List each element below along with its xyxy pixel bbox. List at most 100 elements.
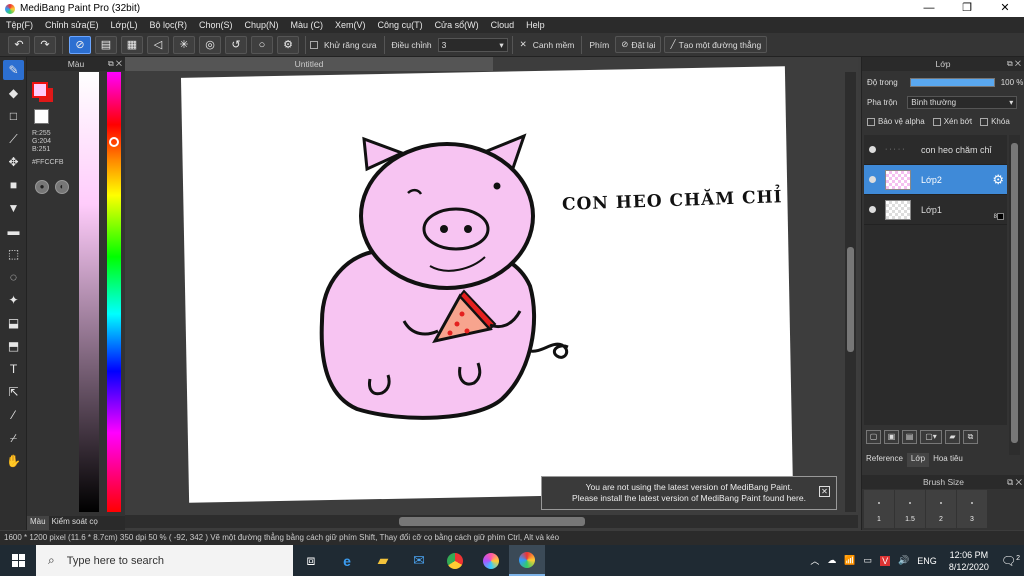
menu-file[interactable]: Tệp(F) [0,20,39,30]
document-tab[interactable]: Untitled [125,57,493,71]
menu-filter[interactable]: Bộ lọc(R) [143,20,193,30]
snap-off-icon[interactable]: ⊘ [69,35,91,54]
language-indicator[interactable]: ENG [917,556,937,566]
menu-layer[interactable]: Lớp(L) [105,20,144,30]
minimize-button[interactable]: — [910,0,948,17]
edge-browser-icon[interactable]: e [329,545,365,576]
lock-checkbox[interactable] [980,117,989,126]
foreground-color-swatch[interactable] [32,82,48,98]
opacity-slider[interactable] [909,78,995,87]
saturation-slider[interactable] [79,72,99,512]
divide-tool-icon[interactable]: ⁄ [3,405,24,425]
grid-snap-icon[interactable]: ▦ [121,35,143,54]
snap-settings-icon[interactable]: ⚙ [277,35,299,54]
dot-tool-icon[interactable]: ⟋ [3,129,24,149]
transparent-color-swatch[interactable] [34,109,49,124]
snap-close-icon[interactable]: ✕ [517,39,530,50]
curve-snap-icon[interactable]: ↺ [225,35,247,54]
menu-window[interactable]: Cửa sổ(W) [429,20,485,30]
layer-item[interactable]: Lớp2 ⚙ [864,165,1007,195]
menu-tools[interactable]: Công cụ(T) [372,20,429,30]
rect-select-tool-icon[interactable]: ⬚ [3,244,24,264]
menu-edit[interactable]: Chỉnh sửa(E) [39,20,105,30]
canvas-horizontal-scroll-thumb[interactable] [399,517,585,526]
operation-tool-icon[interactable]: ⇱ [3,382,24,402]
duplicate-layer-icon[interactable]: ⧉ [963,430,978,444]
radial-snap-icon[interactable]: ✳ [173,35,195,54]
new-layer-icon[interactable]: ▢ [866,430,881,444]
visibility-eye-icon[interactable] [869,176,876,183]
eyedropper-tool-icon[interactable]: ⌿ [3,428,24,448]
visibility-eye-icon[interactable] [869,206,876,213]
brush-tool-icon[interactable]: ✎ [3,60,24,80]
circle-snap-icon[interactable]: ◎ [199,35,221,54]
new-halftone-layer-icon[interactable]: ▣ [884,430,899,444]
chevron-up-icon[interactable]: ︿ [810,554,819,567]
color-wheel-icon[interactable]: ● [35,180,49,194]
hue-slider-knob[interactable] [109,137,119,147]
network-icon[interactable]: 📶 [844,555,855,566]
volume-icon[interactable]: 🔊 [898,555,909,566]
mail-icon[interactable]: ✉ [401,545,437,576]
parallel-snap-icon[interactable]: ▤ [95,35,117,54]
redo-icon[interactable]: ↷ [34,35,56,54]
move-tool-icon[interactable]: ✥ [3,152,24,172]
eraser-tool-icon[interactable]: ◆ [3,83,24,103]
tab-navigator[interactable]: Hoa tiêu [929,453,967,467]
canvas-vertical-scroll-thumb[interactable] [847,247,854,352]
tab-brush-control[interactable]: Kiểm soát cọ [49,516,101,530]
undo-icon[interactable]: ↶ [8,35,30,54]
magic-wand-tool-icon[interactable]: ✦ [3,290,24,310]
layer-item[interactable]: · · · · · con heo chăm chỉ [864,135,1007,165]
layer-list-scroll-thumb[interactable] [1011,143,1018,443]
brush-size-option[interactable]: 3 [957,490,987,528]
adjust-select[interactable]: 3 [437,37,508,52]
onedrive-icon[interactable]: ☁ [827,555,836,566]
canvas-horizontal-scrollbar[interactable] [125,515,858,528]
layer-item[interactable]: Lớp1 8 [864,195,1007,225]
taskbar-clock[interactable]: 12:06 PM 8/12/2020 [949,549,989,573]
file-explorer-icon[interactable]: ▰ [365,545,401,576]
text-tool-icon[interactable]: T [3,359,24,379]
bucket-tool-icon[interactable]: ▼ [3,198,24,218]
layer-settings-gear-icon[interactable]: ⚙ [992,172,1004,188]
gradient-tool-icon[interactable]: ▬ [3,221,24,241]
notification-icon[interactable]: 🗨2 [1001,554,1020,568]
menu-view[interactable]: Xem(V) [329,20,372,30]
taskbar-search-box[interactable]: ⌕ Type here to search [36,545,293,576]
folder-icon[interactable]: ▰ [945,430,960,444]
antivirus-icon[interactable]: V [880,555,891,566]
menu-snap[interactable]: Chụp(N) [239,20,285,30]
new-8bit-layer-icon[interactable]: ▤ [902,430,917,444]
medibang-app-icon[interactable] [509,545,545,576]
brush-size-option[interactable]: 1.5 [895,490,925,528]
soft-snap-label[interactable]: Canh mềm [530,40,578,50]
make-line-button[interactable]: ╱ Tạo một đường thẳng [664,36,768,53]
fill-rect-tool-icon[interactable]: ■ [3,175,24,195]
menu-help[interactable]: Help [520,20,551,30]
select-eraser-tool-icon[interactable]: ⬒ [3,336,24,356]
protect-alpha-checkbox[interactable] [867,117,875,126]
add-layer-dropdown-icon[interactable]: ▢▾ [920,430,942,444]
close-button[interactable]: ✕ [986,0,1024,17]
visibility-eye-icon[interactable] [869,146,876,153]
hand-tool-icon[interactable]: ✋ [3,451,24,471]
reset-button[interactable]: ⊘ Đặt lại [615,36,662,53]
tab-layer[interactable]: Lớp [906,453,930,467]
brush-size-option[interactable]: 1 [864,490,894,528]
update-notice[interactable]: You are not using the latest version of … [541,476,837,510]
panel-close-icon[interactable]: ⧉ ✕ [1007,475,1022,489]
paint-app-icon[interactable] [473,545,509,576]
notice-close-icon[interactable]: ✕ [819,486,830,497]
menu-cloud[interactable]: Cloud [485,20,521,30]
start-button[interactable] [0,545,36,576]
antialias-checkbox[interactable] [310,40,318,49]
layer-list-scrollbar[interactable] [1009,135,1020,455]
tab-color[interactable]: Màu [27,516,49,530]
canvas-vertical-scrollbar[interactable] [845,72,856,512]
battery-icon[interactable]: ▭ [864,555,873,566]
ring-snap-icon[interactable]: ○ [251,35,273,54]
perspective-snap-icon[interactable]: ◁ [147,35,169,54]
task-view-icon[interactable]: ⧈ [293,545,329,576]
select-pen-tool-icon[interactable]: ⬓ [3,313,24,333]
